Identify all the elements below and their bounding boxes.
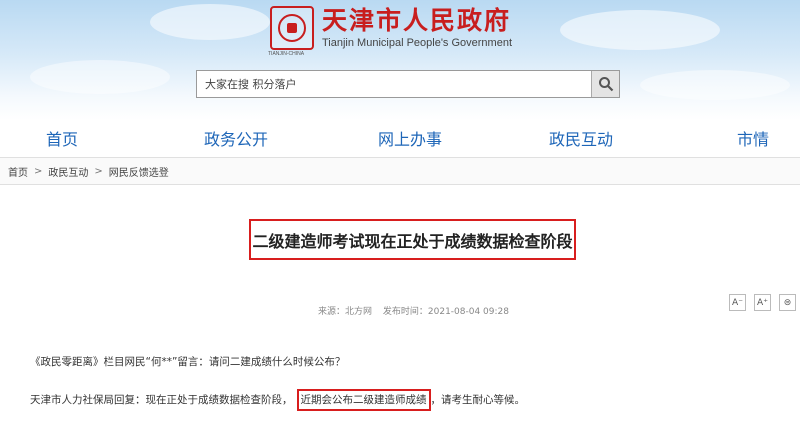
site-title: 天津市人民政府 xyxy=(322,6,512,35)
cloud-decoration xyxy=(560,10,720,50)
answer-part1: 天津市人力社保局回复：现在正处于成绩数据检查阶段， xyxy=(30,394,293,406)
search-bar xyxy=(196,70,620,98)
article-source: 来源：北方网 xyxy=(318,307,373,317)
font-increase-button[interactable]: A⁺ xyxy=(754,294,771,311)
breadcrumb-interaction[interactable]: 政民互动 xyxy=(48,164,88,179)
search-icon xyxy=(598,77,613,92)
font-decrease-button[interactable]: A⁻ xyxy=(729,294,746,311)
site-logo[interactable]: 天津市人民政府 Tianjin Municipal People's Gover… xyxy=(270,6,512,50)
site-subtitle: Tianjin Municipal People's Government xyxy=(322,37,513,49)
breadcrumb-separator: > xyxy=(94,165,103,177)
emblem-icon xyxy=(270,6,314,50)
article-question: 《政民零距离》栏目网民“何**”留言：请问二建成绩什么时候公布？ xyxy=(30,356,346,368)
breadcrumb-feedback[interactable]: 网民反馈选登 xyxy=(109,164,169,179)
answer-part2: ，请考生耐心等候。 xyxy=(430,394,526,406)
breadcrumb-separator: > xyxy=(34,165,43,177)
nav-item-online-services[interactable]: 网上办事 xyxy=(378,126,442,150)
cloud-decoration xyxy=(150,4,270,40)
search-input[interactable] xyxy=(197,71,591,97)
search-button[interactable] xyxy=(591,71,619,97)
answer-highlight: 近期会公布二级建造师成绩 xyxy=(296,389,431,411)
article-meta: 来源：北方网 发布时间：2021-08-04 09:28 xyxy=(318,304,517,317)
cloud-decoration xyxy=(640,70,790,100)
main-nav: 首页 政务公开 网上办事 政民互动 市情 xyxy=(0,120,800,154)
cloud-decoration xyxy=(30,60,170,94)
nav-item-interaction[interactable]: 政民互动 xyxy=(549,126,613,150)
breadcrumb: 首页 > 政民互动 > 网民反馈选登 xyxy=(0,157,800,185)
font-reset-button[interactable]: ⊜ xyxy=(779,294,796,311)
article-answer: 天津市人力社保局回复：现在正处于成绩数据检查阶段， 近期会公布二级建造师成绩 ，请考… xyxy=(30,389,526,411)
breadcrumb-home[interactable]: 首页 xyxy=(8,164,28,179)
article-publish-time: 发布时间：2021-08-04 09:28 xyxy=(382,307,509,317)
nav-item-home[interactable]: 首页 xyxy=(46,126,78,150)
title-highlight-box: 二级建造师考试现在正处于成绩数据检查阶段 xyxy=(249,219,576,260)
article-title: 二级建造师考试现在正处于成绩数据检查阶段 xyxy=(252,231,573,251)
nav-item-city-info[interactable]: 市情 xyxy=(737,126,769,150)
nav-item-government-affairs[interactable]: 政务公开 xyxy=(204,126,268,150)
emblem-caption: TIANJIN-CHINA xyxy=(268,51,305,57)
